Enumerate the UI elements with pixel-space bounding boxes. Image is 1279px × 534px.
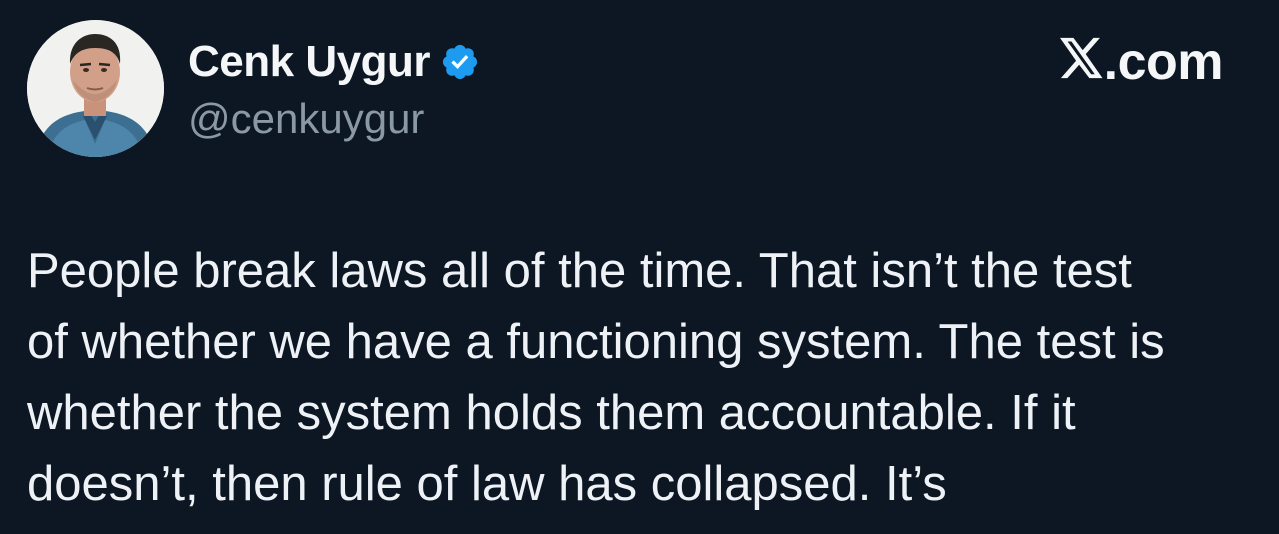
author-name-row: Cenk Uygur xyxy=(188,36,480,88)
author-display-name[interactable]: Cenk Uygur xyxy=(188,36,430,88)
avatar[interactable] xyxy=(27,20,164,157)
tweet-card: Cenk Uygur @cenkuygur .com People break … xyxy=(0,0,1279,534)
x-logo-icon xyxy=(1059,34,1104,90)
tweet-text: People break laws all of the time. That … xyxy=(27,244,1165,511)
x-brand: .com xyxy=(1059,33,1224,91)
author-handle[interactable]: @cenkuygur xyxy=(188,94,424,144)
brand-domain-label: .com xyxy=(1103,33,1224,91)
verified-badge-icon xyxy=(440,42,480,82)
profile-photo-icon xyxy=(27,20,164,157)
